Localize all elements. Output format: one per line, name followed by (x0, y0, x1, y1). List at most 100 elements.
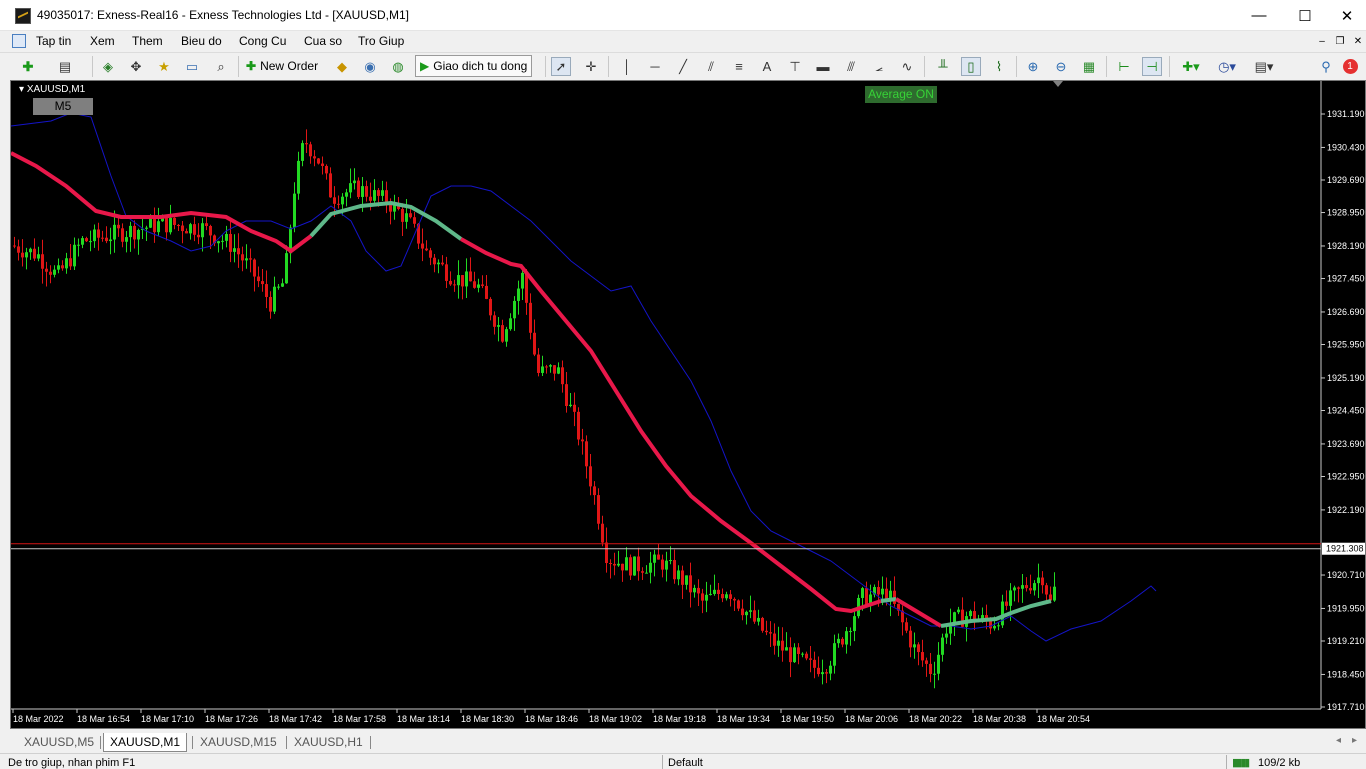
minimize-button[interactable]: — (1236, 0, 1282, 31)
tab-scroll-right-icon[interactable]: ▸ (1352, 735, 1357, 746)
menu-help[interactable]: Tro Giup (358, 34, 404, 48)
navigator-icon[interactable]: ✥ (126, 57, 146, 76)
bear-candle (249, 258, 252, 260)
cursor-icon[interactable]: ➚ (551, 57, 571, 76)
time-tick-label: 18 Mar 20:54 (1037, 714, 1090, 724)
andrews-pitchfork-icon[interactable]: ⫻ (841, 57, 861, 76)
tab-xauusd-m1[interactable]: XAUUSD,M1 (103, 733, 188, 752)
bear-candle (553, 365, 556, 374)
periods-icon[interactable]: ◷▾ (1213, 57, 1241, 76)
bear-candle (205, 223, 208, 226)
tab-xauusd-m15[interactable]: XAUUSD,M15 (194, 733, 283, 752)
menu-insert[interactable]: Them (132, 34, 163, 48)
notification-icon[interactable]: 1 (1340, 57, 1360, 76)
zoom-out-icon[interactable]: ⊖ (1051, 57, 1071, 76)
bear-candle (501, 325, 504, 342)
bull-candle (1037, 577, 1040, 584)
time-tick-label: 18 Mar 16:54 (77, 714, 130, 724)
time-tick-label: 18 Mar 20:38 (973, 714, 1026, 724)
bear-candle (421, 243, 424, 249)
bear-candle (661, 559, 664, 570)
bull-candle (149, 218, 152, 228)
maximize-button[interactable]: ☐ (1282, 0, 1328, 31)
search-icon[interactable]: ⚲ (1316, 57, 1336, 76)
bull-candle (957, 609, 960, 613)
metaeditor-icon[interactable]: ◆ (332, 57, 352, 76)
candlestick-icon[interactable]: ▯ (961, 57, 981, 76)
bear-candle (581, 439, 584, 442)
bar-chart-icon[interactable]: ╨ (933, 57, 953, 76)
tab-scroll-left-icon[interactable]: ◂ (1336, 735, 1341, 746)
bear-candle (877, 587, 880, 595)
equidistant-channel-icon[interactable]: ⫽ (701, 57, 721, 76)
vertical-line-icon[interactable]: │ (617, 57, 637, 76)
horizontal-line-icon[interactable]: ─ (645, 57, 665, 76)
time-tick-label: 18 Mar 20:06 (845, 714, 898, 724)
tile-windows-icon[interactable]: ▦ (1079, 57, 1099, 76)
market-watch-icon[interactable]: ◈ (98, 57, 118, 76)
bull-candle (109, 239, 112, 242)
status-traffic: 109/2 kb (1258, 757, 1301, 769)
bear-candle (133, 225, 136, 240)
gann-fan-icon[interactable]: ⦟ (869, 57, 889, 76)
terminal-icon[interactable]: ▭ (182, 57, 202, 76)
text-label-icon[interactable]: ⊤ (785, 57, 805, 76)
bear-candle (449, 280, 452, 285)
autotrading-button[interactable]: ▶ Giao dich tu dong (415, 55, 533, 77)
fibonacci-icon[interactable]: ≡ (729, 57, 749, 76)
bull-candle (217, 241, 220, 244)
bear-candle (753, 610, 756, 622)
bear-candle (305, 143, 308, 145)
timeframe-badge[interactable]: M5 (33, 98, 93, 115)
trendline-icon[interactable]: ╱ (673, 57, 693, 76)
tab-xauusd-m5[interactable]: XAUUSD,M5 (18, 733, 100, 752)
signals-icon[interactable]: ◉ (360, 57, 380, 76)
crosshair-icon[interactable]: ✛ (581, 57, 601, 76)
bear-candle (589, 466, 592, 487)
mdi-restore-button[interactable]: ❐ (1331, 34, 1349, 49)
bull-candle (969, 611, 972, 617)
chart-shift-icon[interactable]: ⊢ (1114, 57, 1134, 76)
ma-green-segment (940, 599, 1052, 628)
rectangle-icon[interactable]: ▬ (813, 57, 833, 76)
bear-candle (577, 411, 580, 440)
elliott-wave-icon[interactable]: ∿ (897, 57, 917, 76)
chart-window[interactable]: 1931.190 1930.430 1929.690 1928.950 1928.190… (10, 80, 1366, 729)
new-chart-icon[interactable]: ✚ (18, 57, 38, 76)
menu-view[interactable]: Xem (90, 34, 115, 48)
bear-candle (481, 284, 484, 286)
mdi-minimize-button[interactable]: – (1313, 34, 1331, 49)
tab-xauusd-h1[interactable]: XAUUSD,H1 (288, 733, 369, 752)
bear-candle (165, 216, 168, 233)
autoscroll-icon[interactable]: ⊣ (1142, 57, 1162, 76)
chart-window-icon[interactable] (12, 34, 26, 48)
bear-candle (185, 231, 188, 234)
average-on-badge[interactable]: Average ON (865, 86, 937, 103)
market-icon[interactable]: ◍ (388, 57, 408, 76)
bear-candle (313, 156, 316, 159)
menu-file[interactable]: Tap tin (36, 34, 71, 48)
menu-tools[interactable]: Cong Cu (239, 34, 286, 48)
strategy-tester-icon[interactable]: ⌕ (211, 57, 231, 76)
chart-shift-marker (1053, 81, 1063, 87)
envelope-line (11, 112, 1157, 642)
templates-icon[interactable]: ▤▾ (1250, 57, 1278, 76)
line-chart-icon[interactable]: ⌇ (989, 57, 1009, 76)
mdi-close-button[interactable]: ✕ (1349, 34, 1366, 49)
new-order-button[interactable]: ✚ New Order (242, 55, 322, 77)
text-icon[interactable]: A (757, 57, 777, 76)
profiles-icon[interactable]: ▤ (55, 57, 75, 76)
bull-candle (829, 665, 832, 674)
price-chart[interactable]: 1931.190 1930.430 1929.690 1928.950 1928.190… (11, 81, 1365, 728)
zoom-in-icon[interactable]: ⊕ (1023, 57, 1043, 76)
bull-candle (617, 563, 620, 566)
menu-window[interactable]: Cua so (304, 34, 342, 48)
favorites-icon[interactable]: ★ (154, 57, 174, 76)
indicators-icon[interactable]: ✚▾ (1177, 57, 1205, 76)
bull-candle (381, 190, 384, 196)
close-button[interactable]: ✕ (1328, 0, 1366, 31)
bull-candle (997, 625, 1000, 627)
menu-charts[interactable]: Bieu do (181, 34, 222, 48)
bear-candle (257, 276, 260, 282)
bull-candle (881, 588, 884, 595)
